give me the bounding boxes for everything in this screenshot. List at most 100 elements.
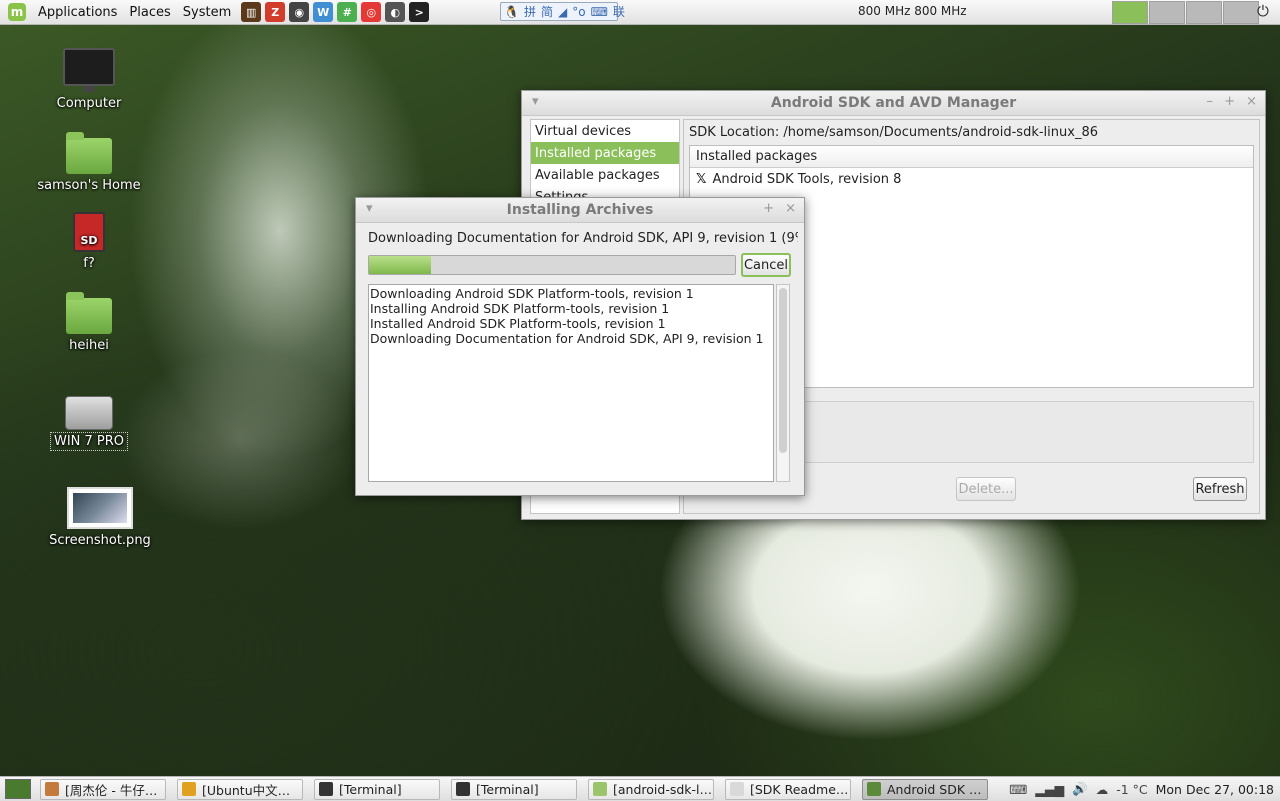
workspace-3[interactable] [1186, 1, 1222, 24]
desktop-icon-computer[interactable]: Computer [34, 48, 144, 111]
desktop-icon-label: f? [83, 256, 95, 271]
maximize-icon[interactable]: + [763, 201, 774, 216]
ime-simplified[interactable]: 简 [541, 3, 553, 20]
terminal-icon[interactable]: > [409, 2, 430, 22]
download-status: Downloading Documentation for Android SD… [368, 231, 798, 246]
task-label: [SDK Readme… [750, 781, 849, 797]
log-line: Installing Android SDK Platform-tools, r… [370, 301, 670, 316]
nav-virtual-devices[interactable]: Virtual devices [531, 120, 679, 142]
taskbar-item[interactable]: [Terminal] [451, 778, 577, 800]
maximize-icon[interactable]: + [1224, 94, 1235, 109]
system-monitor-icon[interactable]: ▥ [241, 2, 262, 22]
nav-installed-packages[interactable]: Installed packages [531, 142, 679, 164]
computer-icon [63, 48, 115, 92]
desktop-icon-label: samson's Home [37, 178, 141, 193]
task-label: [Terminal] [339, 781, 402, 797]
audio-player-icon [45, 782, 59, 796]
sound-icon[interactable]: ◐ [385, 2, 406, 22]
menu-places[interactable]: Places [123, 5, 176, 20]
chrome-icon[interactable]: ◎ [361, 2, 382, 22]
log-line: Installed Android SDK Platform-tools, re… [370, 316, 666, 331]
installing-archives-dialog: ▾ Installing Archives + × Downloading Do… [355, 197, 805, 496]
install-titlebar[interactable]: ▾ Installing Archives + × [356, 198, 804, 223]
top-panel: m Applications Places System ▥ Z ◉ W # ◎… [0, 0, 1280, 25]
delete-button[interactable]: Delete... [956, 477, 1016, 501]
desktop-icon-heihei[interactable]: heihei [34, 292, 144, 353]
browser-icon [182, 782, 196, 796]
refresh-button[interactable]: Refresh [1193, 477, 1247, 501]
drive-icon [65, 396, 113, 430]
desktop-icon-label: Screenshot.png [49, 533, 151, 548]
ime-pinyin[interactable]: 拼 [524, 3, 536, 20]
image-thumbnail-icon [67, 487, 133, 529]
clock[interactable]: Mon Dec 27, 00:18 [1156, 782, 1274, 797]
penguin-icon: 🐧 [504, 4, 519, 19]
sdk-location: SDK Location: /home/samson/Documents/and… [689, 125, 1098, 140]
weather-temperature[interactable]: -1 °C [1116, 782, 1147, 797]
system-tray: ⌨ ▂▄▆ 🔊 ☁ -1 °C Mon Dec 27, 00:18 [1009, 777, 1280, 801]
cpu-frequency: 800 MHz 800 MHz [858, 4, 967, 18]
sd-card-icon: SD [73, 212, 105, 252]
task-label: [周杰伦 - 牛仔… [65, 782, 158, 798]
show-desktop-icon[interactable] [5, 779, 31, 799]
terminal-icon [319, 782, 333, 796]
task-label: [android-sdk-l… [613, 781, 712, 797]
bottom-panel: [周杰伦 - 牛仔… [Ubuntu中文… [Terminal] [Termin… [0, 776, 1280, 801]
wrench-icon: 𝕏 [696, 172, 707, 187]
document-icon [730, 782, 744, 796]
list-item[interactable]: 𝕏 Android SDK Tools, revision 8 [690, 168, 1253, 191]
writer-icon[interactable]: W [313, 2, 334, 22]
home-folder-icon [66, 132, 112, 174]
minimize-icon[interactable]: – [1207, 94, 1214, 109]
workspace-1[interactable] [1112, 1, 1148, 24]
desktop-icon-label: heihei [69, 338, 109, 353]
log-line: Downloading Android SDK Platform-tools, … [370, 286, 694, 301]
log-scrollbar[interactable] [776, 284, 790, 482]
task-label: [Ubuntu中文… [202, 782, 291, 798]
workspace-switcher[interactable] [1112, 1, 1260, 24]
ime-keyboard[interactable]: ⌨ [591, 5, 608, 19]
keyboard-icon[interactable]: ⌨ [1009, 782, 1027, 797]
network-icon[interactable]: ▂▄▆ [1035, 782, 1064, 797]
terminal-icon [456, 782, 470, 796]
close-icon[interactable]: × [1246, 94, 1257, 109]
ime-moon[interactable]: ◢ [558, 5, 567, 19]
log-line: Downloading Documentation for Android SD… [370, 331, 764, 346]
taskbar-item[interactable]: [Ubuntu中文… [177, 778, 303, 800]
cancel-button[interactable]: Cancel [741, 253, 791, 277]
desktop-icon-sdcard[interactable]: SD f? [34, 212, 144, 271]
media-player-icon[interactable]: ◉ [289, 2, 310, 22]
mint-menu-icon[interactable]: m [8, 3, 26, 21]
download-icon [867, 782, 881, 796]
desktop-icon-win7[interactable]: WIN 7 PRO [34, 396, 144, 451]
list-header[interactable]: Installed packages [690, 146, 1253, 168]
workspace-2[interactable] [1149, 1, 1185, 24]
input-method-bar[interactable]: 🐧 拼 简 ◢ °o ⌨ 联 [500, 2, 625, 21]
scrollbar-thumb[interactable] [779, 288, 787, 453]
taskbar-item[interactable]: [android-sdk-l… [588, 778, 714, 800]
desktop-icon-home[interactable]: samson's Home [34, 132, 144, 193]
taskbar-item-active[interactable]: Android SDK … [862, 778, 988, 800]
taskbar-item[interactable]: [Terminal] [314, 778, 440, 800]
progress-fill [369, 256, 432, 274]
volume-icon[interactable]: 🔊 [1072, 781, 1088, 797]
power-icon[interactable]: ⏻ [1257, 2, 1269, 20]
workspace-4[interactable] [1223, 1, 1259, 24]
close-icon[interactable]: × [785, 201, 796, 216]
nav-available-packages[interactable]: Available packages [531, 164, 679, 186]
menu-applications[interactable]: Applications [32, 5, 123, 20]
filezilla-icon[interactable]: Z [265, 2, 286, 22]
package-name: Android SDK Tools, revision 8 [712, 172, 902, 187]
menu-system[interactable]: System [177, 5, 237, 20]
cloud-icon: ☁ [1095, 781, 1109, 797]
folder-icon [66, 292, 112, 334]
install-log[interactable]: Downloading Android SDK Platform-tools, … [368, 284, 774, 482]
ime-punct[interactable]: °o [572, 5, 585, 19]
desktop-icon-label: WIN 7 PRO [49, 432, 129, 451]
taskbar-item[interactable]: [周杰伦 - 牛仔… [40, 778, 166, 800]
taskbar-item[interactable]: [SDK Readme… [725, 778, 851, 800]
sdk-titlebar[interactable]: ▾ Android SDK and AVD Manager – + × [522, 91, 1265, 116]
ime-link[interactable]: 联 [613, 3, 625, 20]
calc-icon[interactable]: # [337, 2, 358, 22]
desktop-icon-screenshot[interactable]: Screenshot.png [45, 487, 155, 548]
